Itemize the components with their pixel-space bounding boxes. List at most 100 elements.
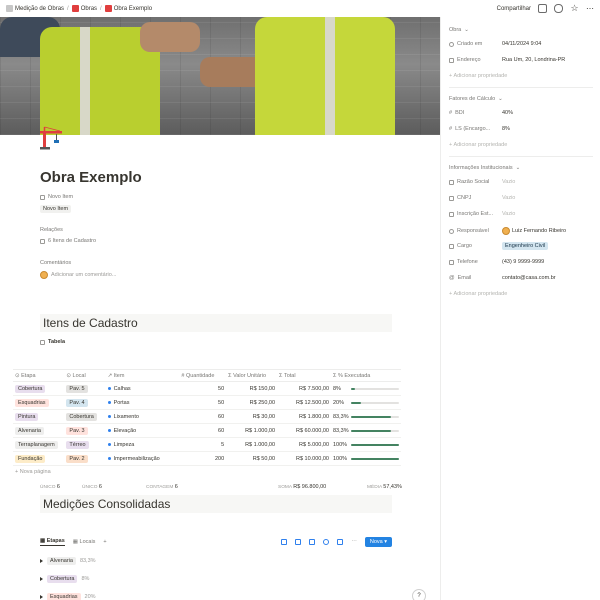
divider xyxy=(449,156,593,157)
list-icon xyxy=(40,194,45,200)
medicoes-heading[interactable]: Medições Consolidadas xyxy=(40,495,392,513)
view-tab-tabela[interactable]: Tabela xyxy=(40,339,65,345)
tab-etapas[interactable]: ▦ Etapas xyxy=(40,538,65,546)
chevron-right-icon[interactable] xyxy=(40,559,43,563)
prop-inscricao[interactable]: Inscrição Est... Vazio xyxy=(449,211,599,217)
search-icon[interactable] xyxy=(323,539,330,545)
cell-item[interactable]: Calhas xyxy=(105,381,180,396)
group-row[interactable]: Esquadrias 20% xyxy=(40,593,96,600)
section-obra[interactable]: Obra ⌄ xyxy=(449,27,469,33)
prop-responsavel[interactable]: Responsável Luiz Fernando Ribeiro xyxy=(449,227,599,235)
itens-heading[interactable]: Itens de Cadastro xyxy=(40,314,392,332)
prop-razao-social[interactable]: Razão Social Vazio xyxy=(449,179,599,185)
crane-icon[interactable] xyxy=(38,125,64,151)
add-view-icon[interactable]: + xyxy=(103,539,106,545)
prop-telefone[interactable]: Telefone (43) 9 9999-9999 xyxy=(449,259,599,265)
calc-soma[interactable]: SOMA R$ 96.800,00 xyxy=(278,484,326,490)
prop-cnpj[interactable]: CNPJ Vazio xyxy=(449,195,599,201)
table-row[interactable]: Alvenaria Pav. 3 Elevação 60 R$ 1.000,00 R$ 6… xyxy=(13,423,401,438)
cell-quantidade[interactable]: 60 xyxy=(179,409,227,424)
cell-quantidade[interactable]: 5 xyxy=(179,437,227,452)
star-icon[interactable]: ☆ xyxy=(570,4,579,13)
comment-icon[interactable] xyxy=(554,4,563,13)
item-icon xyxy=(107,428,111,432)
calc-unico-local[interactable]: ÚNICO 6 xyxy=(82,484,102,490)
cell-etapa[interactable]: Pintura xyxy=(13,409,65,424)
more-icon[interactable]: ⋯ xyxy=(586,4,594,13)
cell-local[interactable]: Pav. 2 xyxy=(64,451,106,466)
group-row[interactable]: Alvenaria 83,3% xyxy=(40,557,96,565)
column-header-valor-unitario[interactable]: Σ Valor Unitário xyxy=(226,369,278,382)
breadcrumb-label: Obras xyxy=(80,5,98,12)
prop-bdi[interactable]: # BDI 40% xyxy=(449,110,599,116)
table-row[interactable]: Pintura Cobertura Lixamento 60 R$ 30,00 R$ 1.… xyxy=(13,409,401,424)
cell-quantidade[interactable]: 200 xyxy=(179,451,227,466)
prop-endereco[interactable]: Endereço Rua Um, 20, Londrina-PR xyxy=(449,57,599,63)
cell-quantidade[interactable]: 50 xyxy=(179,395,227,410)
add-property-info[interactable]: + Adicionar propriedade xyxy=(449,291,507,297)
expand-icon[interactable] xyxy=(337,539,344,545)
column-header-etapa[interactable]: ⊙ Etapa xyxy=(13,369,65,382)
more-icon[interactable]: ⋯ xyxy=(351,539,357,545)
prop-cargo[interactable]: Cargo Engenheiro Civil xyxy=(449,242,599,250)
cell-item[interactable]: Portas xyxy=(105,395,180,410)
chevron-right-icon[interactable] xyxy=(40,595,43,599)
automation-icon[interactable] xyxy=(309,539,316,545)
novo-item-chip[interactable]: Novo Item xyxy=(40,205,72,213)
relations-label: Relações xyxy=(40,227,63,233)
tab-locais[interactable]: ▦ Locais xyxy=(73,539,96,545)
add-property-fatores[interactable]: + Adicionar propriedade xyxy=(449,142,507,148)
table-row[interactable]: Esquadrias Pav. 4 Portas 50 R$ 250,00 R$ 12.5… xyxy=(13,395,401,410)
cell-item[interactable]: Impermeabilização xyxy=(105,451,180,466)
new-page-button[interactable]: + Nova página xyxy=(15,469,51,475)
cell-local[interactable]: Pav. 5 xyxy=(64,381,106,396)
calc-contagem[interactable]: CONTAGEM 6 xyxy=(146,484,178,490)
column-header-item[interactable]: ↗ Item xyxy=(105,369,180,382)
cell-quantidade[interactable]: 60 xyxy=(179,423,227,438)
share-button[interactable]: Compartilhar xyxy=(497,6,531,12)
comment-input[interactable]: Adicionar um comentário... xyxy=(51,272,116,278)
table-row[interactable]: Terraplanagem Térreo Limpeza 5 R$ 1.000,00 R$… xyxy=(13,437,401,452)
column-header-quantidade[interactable]: # Quantidade xyxy=(179,369,227,382)
calc-unico-etapa[interactable]: ÚNICO 6 xyxy=(40,484,60,490)
section-info[interactable]: Informações Institucionais ⌄ xyxy=(449,165,520,171)
prop-ls[interactable]: # LS (Encargo... 8% xyxy=(449,126,599,132)
cell-etapa[interactable]: Alvenaria xyxy=(13,423,65,438)
side-panel-icon[interactable] xyxy=(538,4,547,13)
table-row[interactable]: Cobertura Pav. 5 Calhas 50 R$ 150,00 R$ 7.500… xyxy=(13,381,401,396)
breadcrumb-item-obras[interactable]: Obras xyxy=(71,5,98,12)
cell-etapa[interactable]: Fundação xyxy=(13,451,65,466)
column-header-total[interactable]: Σ Total xyxy=(277,369,331,382)
cell-local[interactable]: Cobertura xyxy=(64,409,106,424)
section-fatores[interactable]: Fatores de Cálculo ⌄ xyxy=(449,96,503,102)
local-tag: Cobertura xyxy=(66,412,97,421)
add-property-obra[interactable]: + Adicionar propriedade xyxy=(449,73,507,79)
text-icon xyxy=(449,179,454,185)
cell-local[interactable]: Pav. 3 xyxy=(64,423,106,438)
cell-local[interactable]: Pav. 4 xyxy=(64,395,106,410)
breadcrumb-item-medicao[interactable]: Medição de Obras xyxy=(6,5,64,12)
table-row[interactable]: Fundação Pav. 2 Impermeabilização 200 R$ 50,… xyxy=(13,451,401,466)
help-button[interactable]: ? xyxy=(412,589,426,600)
chevron-right-icon[interactable] xyxy=(40,577,43,581)
sort-icon[interactable] xyxy=(295,539,302,545)
cell-local[interactable]: Térreo xyxy=(64,437,106,452)
cell-item[interactable]: Lixamento xyxy=(105,409,180,424)
cell-etapa[interactable]: Cobertura xyxy=(13,381,65,396)
page-title[interactable]: Obra Exemplo xyxy=(40,169,142,186)
column-header-local[interactable]: ⊙ Local xyxy=(64,369,106,382)
cell-item[interactable]: Elevação xyxy=(105,423,180,438)
breadcrumb-item-obra-exemplo[interactable]: Obra Exemplo xyxy=(104,5,152,12)
column-header-executada[interactable]: Σ % Executada xyxy=(331,369,401,382)
filter-icon[interactable] xyxy=(281,539,288,545)
cell-valor-unitario: R$ 30,00 xyxy=(226,409,278,424)
relations-link[interactable]: 6 Itens de Cadastro xyxy=(40,238,96,244)
cell-etapa[interactable]: Esquadrias xyxy=(13,395,65,410)
prop-email[interactable]: @ Email contato@casa.com.br xyxy=(449,275,599,281)
calc-media[interactable]: MÉDIA 57,43% xyxy=(367,484,402,490)
new-button[interactable]: Nova ▾ xyxy=(364,537,392,547)
cell-etapa[interactable]: Terraplanagem xyxy=(13,437,65,452)
cell-item[interactable]: Limpeza xyxy=(105,437,180,452)
cell-quantidade[interactable]: 50 xyxy=(179,381,227,396)
group-row[interactable]: Cobertura 8% xyxy=(40,575,89,583)
